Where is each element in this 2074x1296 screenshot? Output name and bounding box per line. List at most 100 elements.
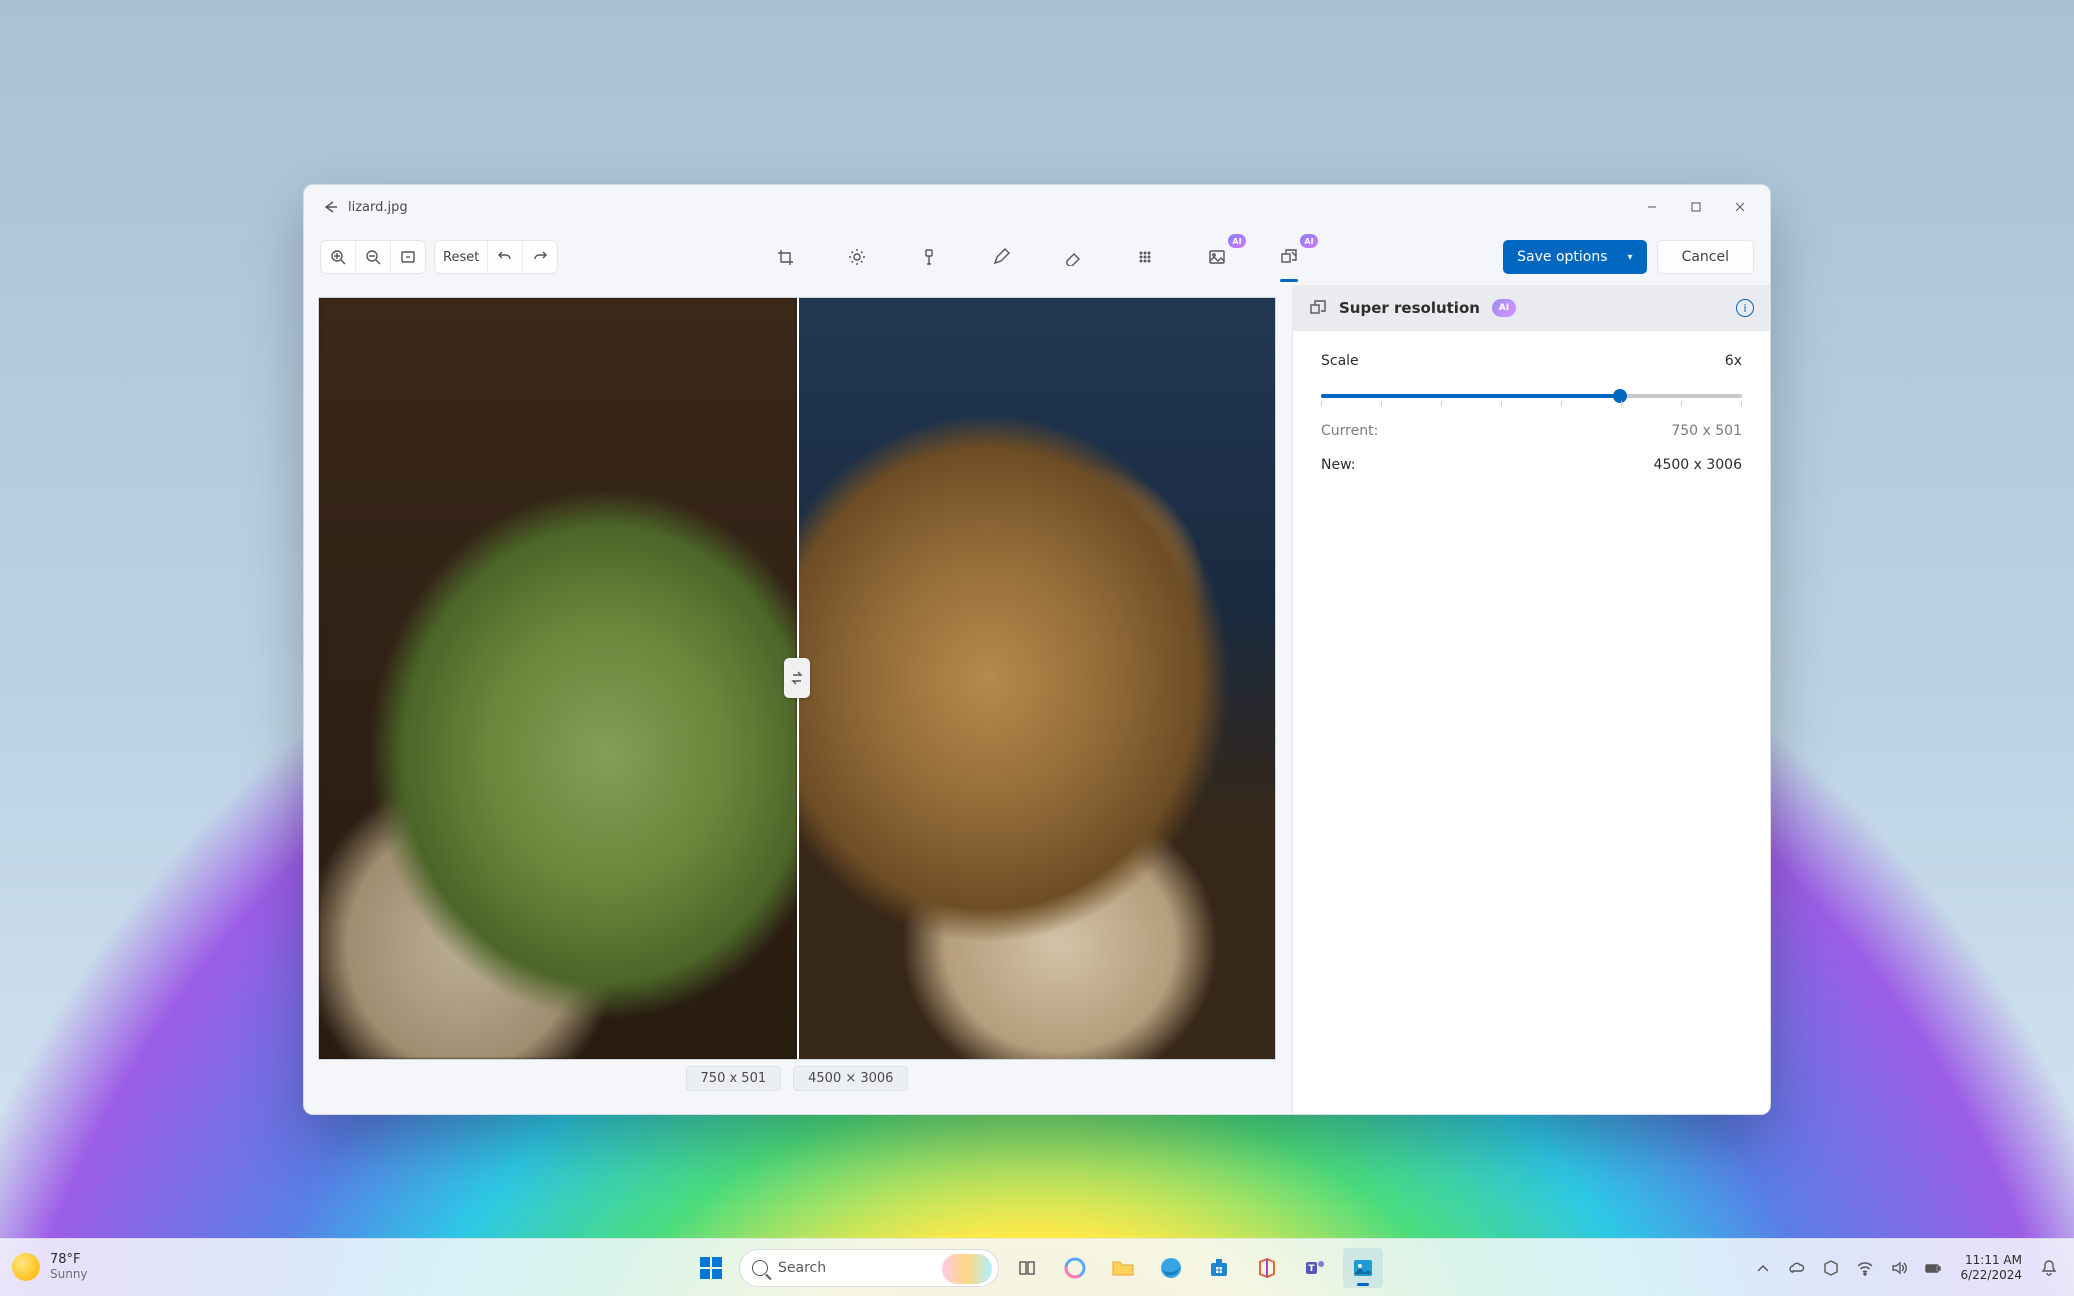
filter-tool-button[interactable] [910,238,948,276]
editor-toolbar: Reset [304,229,1770,285]
battery-icon-svg [1924,1259,1942,1277]
arrow-left-icon [321,198,339,216]
markup-tool-button[interactable] [982,238,1020,276]
redo-icon [531,248,549,266]
m365-button[interactable] [1247,1248,1287,1288]
compare-handle[interactable] [784,658,810,698]
speaker-icon [1890,1259,1908,1277]
compare-viewport[interactable] [318,297,1276,1060]
adjust-tool-button[interactable] [838,238,876,276]
scale-row: Scale 6x [1321,353,1742,369]
current-value: 750 x 501 [1671,423,1742,439]
copilot-icon [1064,1257,1086,1279]
ai-badge: AI [1228,234,1246,248]
task-view-icon [1018,1259,1036,1277]
scale-slider[interactable] [1321,387,1742,405]
start-button[interactable] [691,1248,731,1288]
clock-time: 11:11 AM [1960,1253,2022,1267]
info-button[interactable]: i [1736,299,1754,317]
filter-icon [920,248,938,266]
panel-body: Scale 6x Current: 750 x 501 [1293,331,1770,495]
pen-icon [992,248,1010,266]
wifi-icon[interactable] [1852,1248,1878,1288]
zoom-group [320,240,426,274]
before-dimension-chip: 750 x 501 [686,1066,782,1091]
close-icon [1734,201,1746,213]
crop-icon [776,248,794,266]
current-size-row: Current: 750 x 501 [1321,423,1742,439]
store-button[interactable] [1199,1248,1239,1288]
scale-value: 6x [1725,353,1742,369]
photos-app-window: lizard.jpg Res [303,184,1771,1115]
svg-text:T: T [1308,1264,1315,1274]
upscale-icon [1280,248,1298,266]
panel-header: Super resolution AI i [1293,285,1770,331]
zoom-in-button[interactable] [321,241,356,273]
photos-icon [1352,1257,1374,1279]
redo-button[interactable] [523,241,557,273]
image-ai-icon [1208,248,1226,266]
zoom-out-icon [364,248,382,266]
maximise-button[interactable] [1674,185,1718,229]
battery-icon[interactable] [1920,1248,1946,1288]
chevron-up-icon [1754,1259,1772,1277]
weather-condition: Sunny [50,1268,88,1282]
notifications-button[interactable] [2036,1248,2062,1288]
teams-button[interactable]: T [1295,1248,1335,1288]
zoom-in-icon [329,248,347,266]
weather-widget[interactable]: 78°F Sunny [12,1253,88,1282]
zoom-out-button[interactable] [356,241,391,273]
crop-tool-button[interactable] [766,238,804,276]
close-button[interactable] [1718,185,1762,229]
store-icon [1208,1257,1230,1279]
erase-tool-button[interactable] [1054,238,1092,276]
file-name: lizard.jpg [348,200,408,215]
super-resolution-panel: Super resolution AI i Scale 6x [1292,285,1770,1114]
minimise-icon [1646,201,1658,213]
history-group: Reset [434,240,558,274]
taskbar: 78°F Sunny Search [0,1238,2074,1296]
clock-date: 6/22/2024 [1960,1268,2022,1282]
maximise-icon [1690,201,1702,213]
fit-to-window-button[interactable] [391,241,425,273]
new-value: 4500 x 3006 [1654,457,1742,473]
current-label: Current: [1321,423,1378,439]
panel-title: Super resolution [1339,299,1480,317]
cancel-button[interactable]: Cancel [1657,240,1754,274]
explorer-button[interactable] [1103,1248,1143,1288]
canvas-area: 750 x 501 4500 × 3006 [304,285,1292,1114]
tool-row: AI AI [766,238,1308,276]
taskbar-center: Search T [691,1248,1383,1288]
folder-icon [1112,1259,1134,1277]
volume-icon[interactable] [1886,1248,1912,1288]
photos-button[interactable] [1343,1248,1383,1288]
after-dimension-chip: 4500 × 3006 [793,1066,908,1091]
hexagon-icon [1822,1259,1840,1277]
taskbar-search[interactable]: Search [739,1249,999,1287]
wifi-icon-svg [1856,1259,1874,1277]
copilot-button[interactable] [1055,1248,1095,1288]
recall-icon[interactable] [1818,1248,1844,1288]
edge-button[interactable] [1151,1248,1191,1288]
back-button[interactable] [312,185,348,229]
fit-icon [399,248,417,266]
reset-button[interactable]: Reset [435,241,488,273]
onedrive-icon[interactable] [1784,1248,1810,1288]
generative-erase-button[interactable]: AI [1198,238,1236,276]
undo-button[interactable] [488,241,523,273]
taskbar-clock[interactable]: 11:11 AM 6/22/2024 [1954,1253,2028,1282]
weather-temp: 78°F [50,1253,88,1268]
minimise-button[interactable] [1630,185,1674,229]
new-label: New: [1321,457,1356,473]
super-resolution-button[interactable]: AI [1270,238,1308,276]
toolbar-right: Save options ▾ Cancel [1503,240,1754,274]
upscale-icon [1309,299,1327,317]
save-options-button[interactable]: Save options ▾ [1503,240,1646,274]
background-blur-button[interactable] [1126,238,1164,276]
tray-chevron-button[interactable] [1750,1248,1776,1288]
task-view-button[interactable] [1007,1248,1047,1288]
search-label: Search [778,1260,826,1276]
title-bar: lizard.jpg [304,185,1770,229]
teams-icon: T [1304,1257,1326,1279]
windows-logo-icon [700,1257,722,1279]
